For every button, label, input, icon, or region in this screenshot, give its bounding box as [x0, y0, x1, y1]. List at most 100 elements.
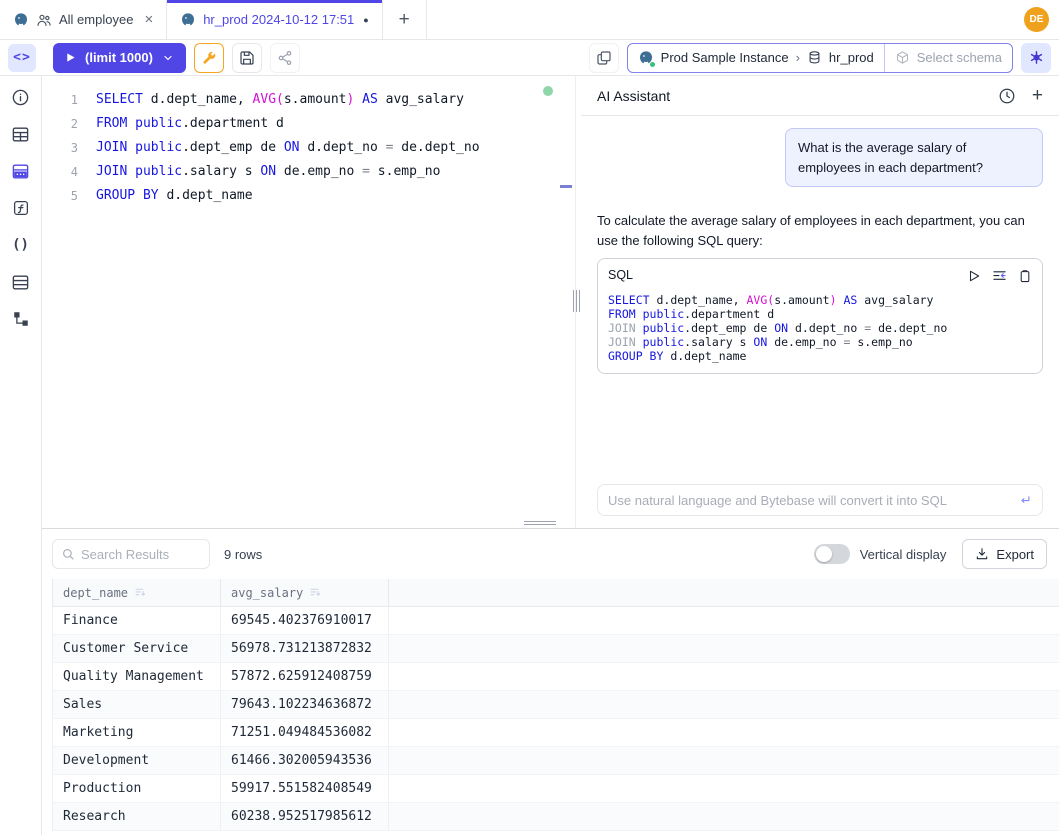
code-line: GROUP BY d.dept_name	[608, 349, 1032, 363]
save-sheet-button[interactable]	[232, 43, 262, 73]
copy-code-icon[interactable]	[1018, 269, 1032, 283]
insert-code-icon[interactable]	[992, 268, 1007, 283]
table-cell[interactable]: 61466.302005943536	[220, 747, 388, 774]
table-cell[interactable]: Quality Management	[52, 663, 220, 690]
format-sql-button[interactable]	[194, 43, 224, 73]
table-row[interactable]: Sales79643.102234636872	[52, 691, 1059, 719]
select-schema-button[interactable]: Select schema	[884, 44, 1012, 72]
vertical-display-toggle[interactable]	[814, 544, 850, 564]
return-key-icon[interactable]	[1017, 493, 1032, 508]
code-block-header: SQL	[608, 266, 1032, 285]
ai-prompt-input[interactable]	[608, 493, 1009, 508]
table-cell[interactable]: 69545.402376910017	[220, 607, 388, 634]
table-row[interactable]: Research60238.952517985612	[52, 803, 1059, 831]
ai-sql-code-block: SQL	[597, 258, 1043, 373]
horizontal-resize-handle[interactable]	[524, 521, 556, 525]
code-language-label: SQL	[608, 266, 633, 285]
table-cell[interactable]: 57872.625912408759	[220, 663, 388, 690]
users-icon	[36, 12, 52, 28]
table-cell[interactable]: Production	[52, 775, 220, 802]
search-results-input[interactable]	[81, 547, 201, 562]
table-cell[interactable]: 56978.731213872832	[220, 635, 388, 662]
column-header-dept-name[interactable]: dept_name	[52, 579, 220, 606]
ai-assistant-header: AI Assistant +	[581, 76, 1059, 116]
row-count-label: 9 rows	[224, 547, 262, 562]
save-icon	[239, 50, 255, 66]
tab-all-employee[interactable]: All employee ×	[0, 0, 167, 39]
run-code-icon[interactable]	[967, 269, 981, 283]
ai-answer: To calculate the average salary of emplo…	[597, 211, 1043, 374]
table-cell-empty	[388, 747, 1059, 774]
table-cell-empty	[388, 607, 1059, 634]
instance-status-dot	[649, 61, 656, 68]
content-area: () 1 SELECT d.dept_name, AVG(s.amount) AS…	[0, 76, 1059, 835]
ai-sql-code: SELECT d.dept_name, AVG(s.amount) AS avg…	[608, 293, 1032, 363]
table-cell[interactable]: Marketing	[52, 719, 220, 746]
results-table: dept_name avg_salary	[52, 579, 1059, 835]
sidebar-item-table-data[interactable]	[9, 159, 33, 183]
table-row[interactable]: Quality Management57872.625912408759	[52, 663, 1059, 691]
close-icon[interactable]: ×	[144, 12, 153, 27]
table-cell[interactable]: Development	[52, 747, 220, 774]
bytebase-sql-editor-window: All employee × hr_prod 2024-10-12 17:51 …	[0, 0, 1059, 835]
search-results-box[interactable]	[52, 539, 210, 569]
table-cell[interactable]: Sales	[52, 691, 220, 718]
sql-editor-toggle-button[interactable]: <>	[8, 44, 36, 72]
wrench-icon	[201, 50, 217, 66]
table-body: Finance69545.402376910017Customer Servic…	[52, 607, 1059, 831]
table-row[interactable]: Production59917.551582408549	[52, 775, 1059, 803]
column-header-avg-salary[interactable]: avg_salary	[220, 579, 388, 606]
table-cell[interactable]: Research	[52, 803, 220, 830]
sidebar-item-functions[interactable]	[9, 196, 33, 220]
table-cell[interactable]: Finance	[52, 607, 220, 634]
postgres-icon	[638, 50, 654, 66]
table-row[interactable]: Customer Service56978.731213872832	[52, 635, 1059, 663]
table-cell[interactable]: 79643.102234636872	[220, 691, 388, 718]
run-query-button[interactable]: (limit 1000)	[53, 43, 186, 73]
overview-ruler-cursor-mark	[560, 185, 572, 188]
new-tab-button[interactable]: +	[383, 0, 427, 39]
ai-assistant-button[interactable]	[1021, 43, 1051, 73]
export-button[interactable]: Export	[962, 539, 1047, 569]
share-sheet-button[interactable]	[270, 43, 300, 73]
select-schema-label: Select schema	[917, 50, 1002, 65]
connection-breadcrumb: Prod Sample Instance › hr_prod Select sc…	[627, 43, 1013, 73]
line-number: 1	[42, 88, 78, 112]
table-cell[interactable]: 60238.952517985612	[220, 803, 388, 830]
tab-hr-prod[interactable]: hr_prod 2024-10-12 17:51 ●	[167, 0, 383, 39]
batch-mode-button[interactable]	[589, 43, 619, 73]
table-cell-empty	[388, 775, 1059, 802]
column-header-label: avg_salary	[231, 586, 303, 600]
table-cell-empty	[388, 803, 1059, 830]
sidebar-item-views[interactable]	[9, 270, 33, 294]
table-cell[interactable]: 59917.551582408549	[220, 775, 388, 802]
sidebar-item-procedures[interactable]: ()	[9, 233, 33, 257]
vertical-display-label: Vertical display	[860, 547, 947, 562]
table-row[interactable]: Marketing71251.049484536082	[52, 719, 1059, 747]
right-column: 1 SELECT d.dept_name, AVG(s.amount) AS av…	[42, 76, 1059, 835]
vertical-pane-divider[interactable]	[575, 76, 581, 528]
vertical-resize-handle[interactable]	[573, 290, 580, 312]
table-row[interactable]: Development61466.302005943536	[52, 747, 1059, 775]
table-row[interactable]: Finance69545.402376910017	[52, 607, 1059, 635]
tab-label: All employee	[59, 12, 133, 27]
results-toolbar: 9 rows Vertical display Export	[42, 529, 1059, 579]
share-icon	[277, 50, 293, 66]
sidebar-item-schema-diagram[interactable]	[9, 307, 33, 331]
cube-icon	[895, 50, 910, 65]
sql-editor[interactable]: 1SELECT d.dept_name, AVG(s.amount) AS av…	[42, 76, 575, 208]
openai-icon	[1028, 49, 1045, 66]
new-conversation-button[interactable]: +	[1032, 86, 1043, 105]
sidebar-item-info[interactable]	[9, 85, 33, 109]
sidebar-item-tables[interactable]	[9, 122, 33, 146]
avatar[interactable]: DE	[1024, 7, 1049, 32]
unsaved-dot-icon: ●	[363, 15, 368, 25]
code-line: 5GROUP BY d.dept_name	[42, 184, 575, 208]
table-cell[interactable]: Customer Service	[52, 635, 220, 662]
history-clock-icon[interactable]	[998, 87, 1016, 105]
breadcrumb-instance-database[interactable]: Prod Sample Instance › hr_prod	[628, 44, 884, 72]
code-line: 1SELECT d.dept_name, AVG(s.amount) AS av…	[42, 88, 575, 112]
table-cell[interactable]: 71251.049484536082	[220, 719, 388, 746]
tab-label: hr_prod 2024-10-12 17:51	[203, 12, 354, 27]
table-header-row: dept_name avg_salary	[52, 579, 1059, 607]
